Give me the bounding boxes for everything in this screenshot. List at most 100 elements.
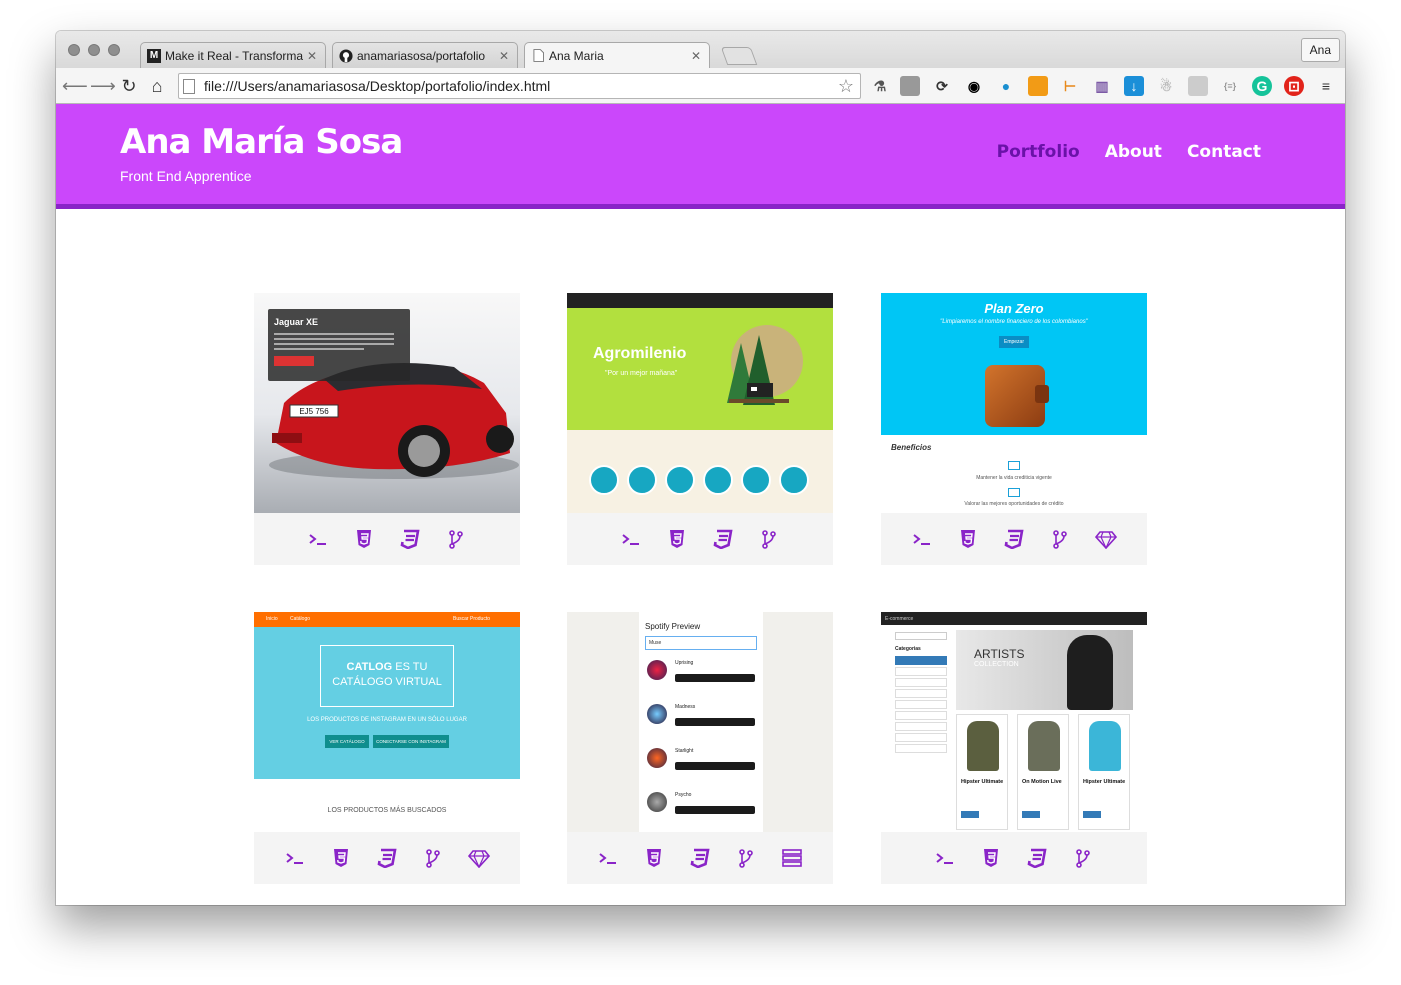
spotify-search: Muse [645,636,757,650]
project-screenshot[interactable]: E-commerce Categorias ARTISTS COLLECTION… [881,612,1147,832]
project-card-spotify[interactable]: Spotify Preview Muse Uprising Madness St… [567,612,833,884]
css3-icon [688,847,712,869]
card-icon [1008,488,1020,497]
tech-stack [881,513,1147,565]
project-card-jaguar[interactable]: EJ5 756 Jaguar XE [254,293,520,565]
catlog-tagline: LOS PRODUCTOS DE INSTAGRAM EN UN SÓLO LU… [307,717,467,723]
jaguar-info-box: Jaguar XE [268,309,410,381]
tab-close-icon[interactable]: ✕ [307,49,317,63]
money-icon [1008,461,1020,470]
minimize-window-button[interactable] [88,44,100,56]
nav-contact-link[interactable]: Contact [1187,142,1261,162]
tab-close-icon[interactable]: ✕ [499,49,509,63]
nav-about-link[interactable]: About [1105,142,1162,162]
nav-portfolio-link[interactable]: Portfolio [997,142,1080,162]
project-card-ecommerce[interactable]: E-commerce Categorias ARTISTS COLLECTION… [881,612,1147,884]
project-card-catlog[interactable]: Inicio Catálogo Buscar Producto CATLOG E… [254,612,520,884]
tab-github-portafolio[interactable]: anamariasosa/portafolio ✕ [332,42,518,68]
close-window-button[interactable] [68,44,80,56]
tab-make-it-real[interactable]: M Make it Real - Transforman ✕ [140,42,326,68]
catlog-nav-item: Buscar Producto [453,616,490,622]
track-name: Starlight [675,748,694,754]
record-extension-icon[interactable]: ⊡ [1284,76,1304,96]
product-card: On Motion Live [1017,714,1069,830]
project-screenshot[interactable]: Plan Zero "Limpiaremos el nombre financi… [881,293,1147,513]
json-extension-icon[interactable]: {≡} [1220,76,1240,96]
git-icon [734,847,758,869]
terminal-icon [910,528,934,550]
tab-ana-maria[interactable]: Ana Maria ✕ [524,42,710,68]
tech-stack [254,832,520,884]
git-icon [421,847,445,869]
tab-title: Ana Maria [549,48,604,63]
ghost-extension-icon[interactable]: ☃ [1156,76,1176,96]
ecom-banner-sub: COLLECTION [974,661,1019,668]
eye-extension-icon[interactable]: ◉ [964,76,984,96]
page-icon [183,78,195,94]
page-icon [531,49,545,63]
html5-icon [352,528,376,550]
audio-player [675,718,755,726]
css3-icon [1025,847,1049,869]
ecom-navbar: E-commerce [881,612,1147,625]
html5-icon [665,528,689,550]
track-name: Madness [675,704,696,710]
tab-close-icon[interactable]: ✕ [691,49,701,63]
css3-icon [711,528,735,550]
bookmark-star-icon[interactable]: ☆ [838,76,854,97]
benefit-text: Mantener la vida crediticia vigente [976,475,1052,481]
globe-extension-icon[interactable]: ● [996,76,1016,96]
album-art [647,660,667,680]
html5-icon [642,847,666,869]
ecom-category-list [895,656,947,766]
project-screenshot[interactable]: Agromilenio "Por un mejor mañana" [567,293,833,513]
grid-extension-icon[interactable]: ▥ [1092,76,1112,96]
catlog-button: CONECTARSE CON INSTAGRAM [373,735,449,748]
profile-button[interactable]: Ana [1300,38,1340,62]
menu-extension-icon[interactable] [1188,76,1208,96]
plan-title: Plan Zero [984,301,1044,316]
home-icon[interactable]: ⌂ [146,75,168,97]
terminal-icon [596,847,620,869]
makeitreal-favicon-icon: M [147,48,161,63]
css3-icon [1002,528,1026,550]
address-bar[interactable]: file:///Users/anamariasosa/Desktop/porta… [178,73,861,99]
product-name: On Motion Live [1022,779,1062,785]
tab-title: Make it Real - Transforman [165,48,303,63]
project-screenshot[interactable]: Spotify Preview Muse Uprising Madness St… [567,612,833,832]
project-card-plan-zero[interactable]: Plan Zero "Limpiaremos el nombre financi… [881,293,1147,565]
terminal-icon [619,528,643,550]
project-card-agromilenio[interactable]: Agromilenio "Por un mejor mañana" [567,293,833,565]
project-screenshot[interactable]: EJ5 756 Jaguar XE [254,293,520,513]
model-image [1067,635,1113,710]
ruler-extension-icon[interactable]: ⊢ [1060,76,1080,96]
ecom-sidebar-title: Categorias [895,646,921,652]
tech-stack [567,832,833,884]
page-viewport: Ana María Sosa Front End Apprentice Port… [56,104,1345,905]
project-screenshot[interactable]: Inicio Catálogo Buscar Producto CATLOG E… [254,612,520,832]
cube-extension-icon[interactable] [1028,76,1048,96]
agro-title: Agromilenio [593,345,687,362]
site-title[interactable]: Ana María Sosa [120,122,403,162]
grammarly-icon[interactable]: G [1252,76,1272,96]
chrome-menu-icon[interactable]: ≡ [1316,76,1336,96]
zoom-window-button[interactable] [108,44,120,56]
tech-stack [567,513,833,565]
forward-icon[interactable]: ⟶ [90,75,116,97]
download-extension-icon[interactable]: ↓ [1124,76,1144,96]
sync-extension-icon[interactable]: ⟳ [932,76,952,96]
catlog-brand: CATLOG [346,661,393,673]
css3-icon [375,847,399,869]
new-tab-button[interactable] [720,47,758,65]
extension-icon[interactable] [900,76,920,96]
plan-subtitle: "Limpiaremos el nombre financiero de los… [940,319,1088,325]
reload-icon[interactable]: ↻ [118,75,140,97]
terminal-icon [306,528,330,550]
catlog-button: VER CATÁLOGO [325,735,369,748]
ecom-banner-title: ARTISTS [974,647,1025,661]
eyedropper-extension-icon[interactable]: ⚗ [870,76,890,96]
tab-title: anamariasosa/portafolio [357,48,486,63]
git-icon [444,528,468,550]
back-icon[interactable]: ⟵ [62,75,88,97]
url-text[interactable]: file:///Users/anamariasosa/Desktop/porta… [204,78,838,94]
